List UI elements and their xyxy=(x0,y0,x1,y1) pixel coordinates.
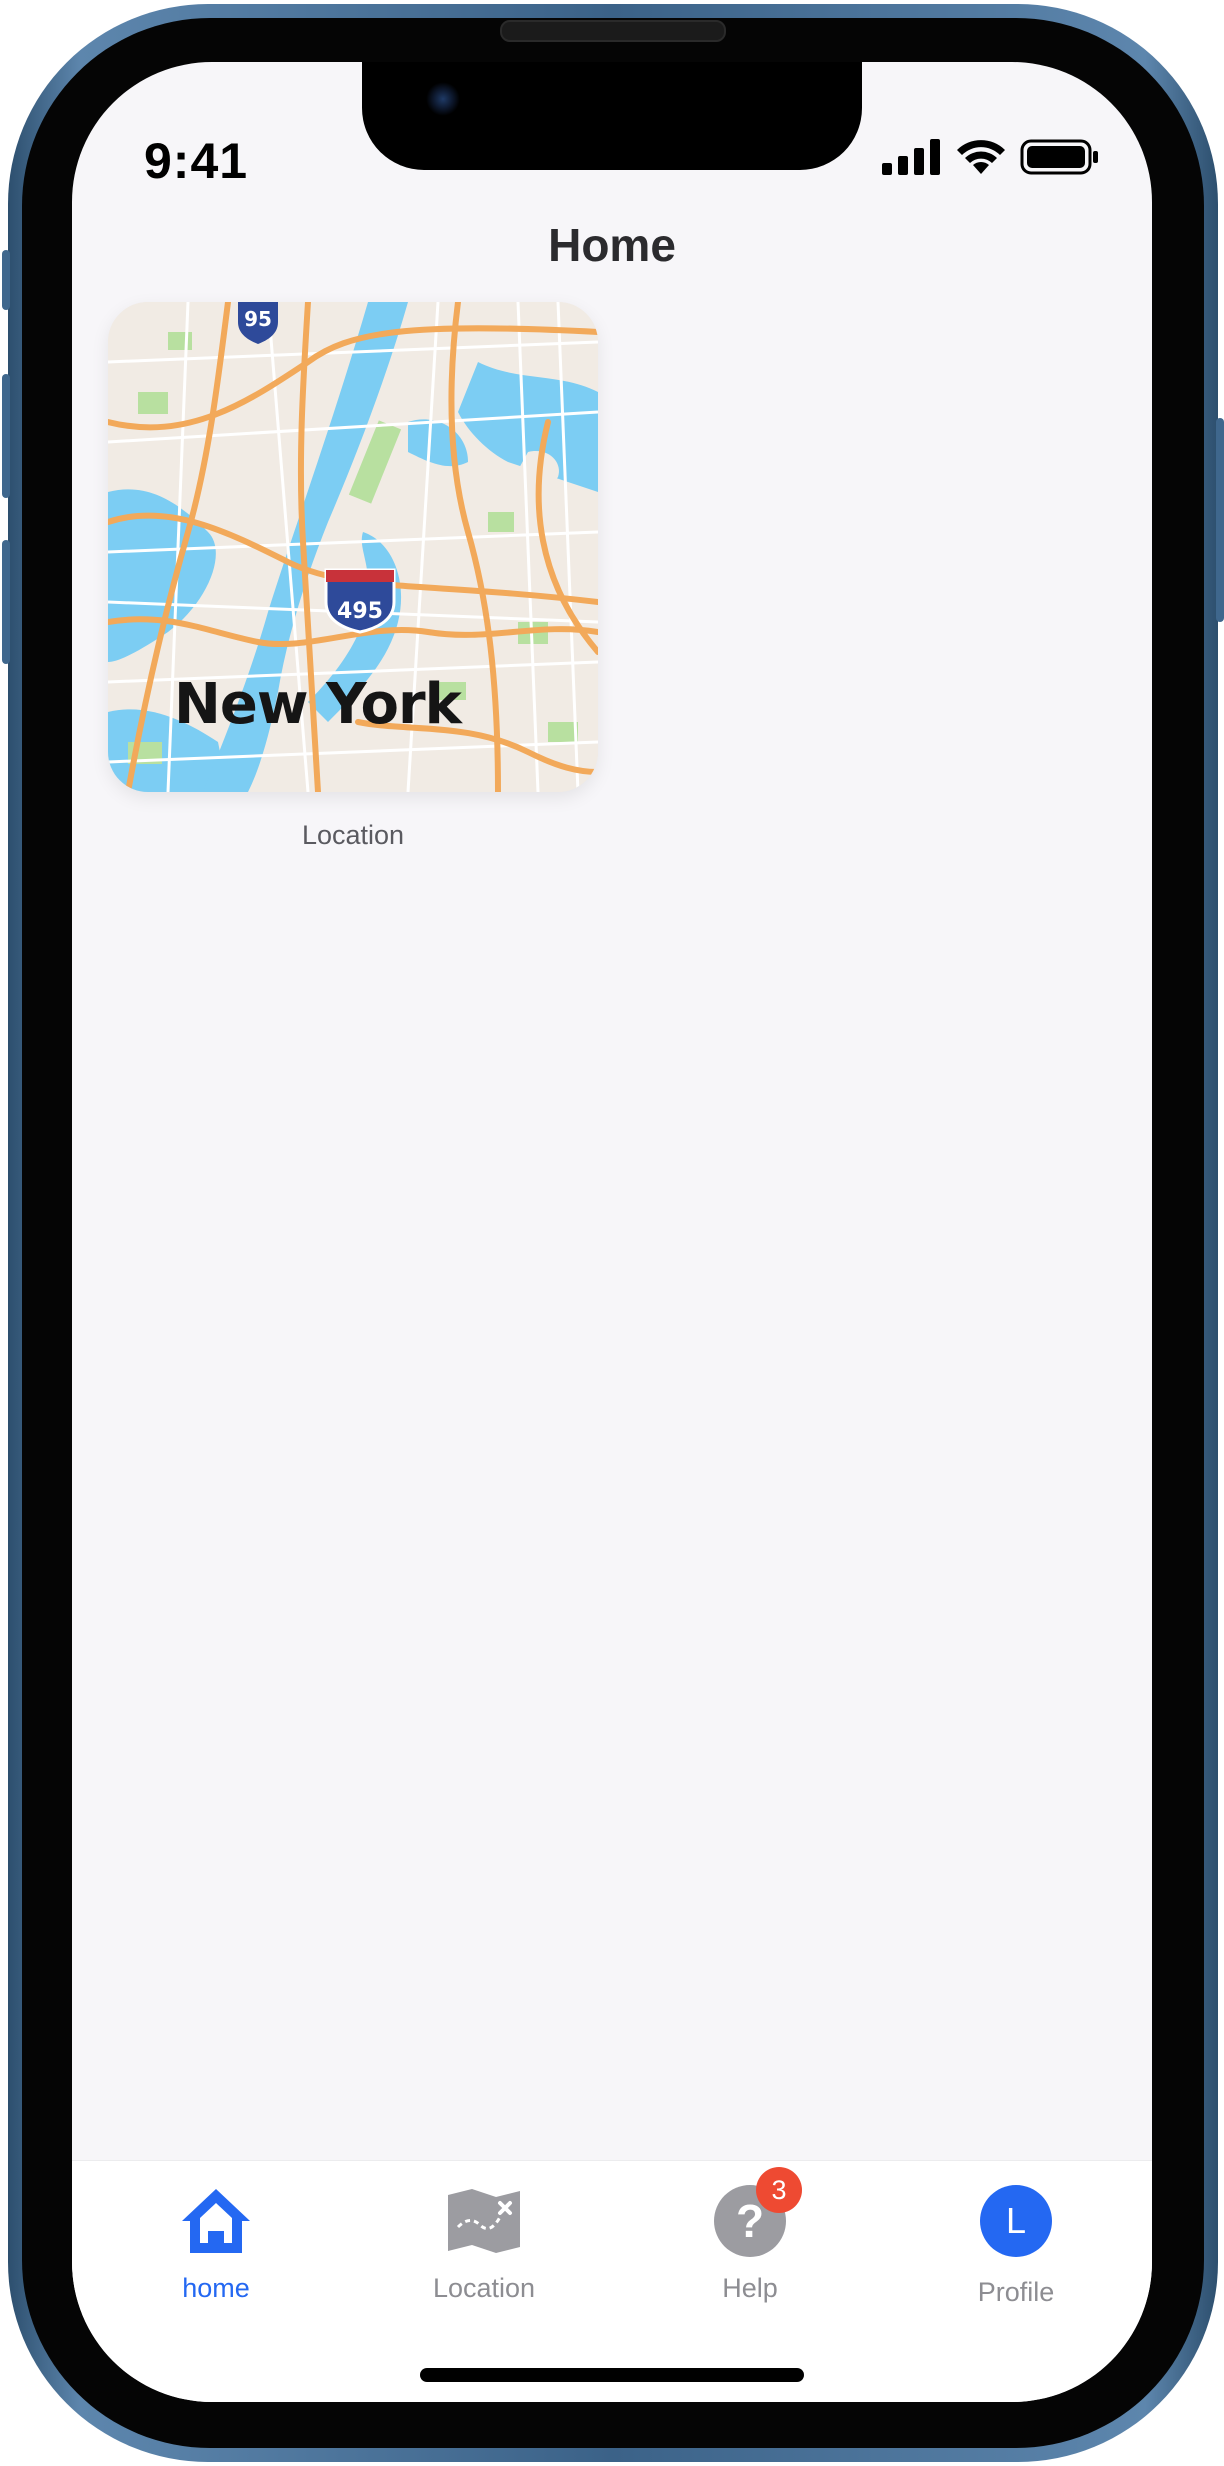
app-screen: 9:41 Home 95 495 New York Location home … xyxy=(72,62,1152,2402)
location-tile[interactable]: 95 495 New York xyxy=(108,302,598,792)
volume-down-button xyxy=(2,540,10,664)
tab-help[interactable]: ? 3 Help xyxy=(650,2167,850,2304)
i495-shield-icon: 495 xyxy=(324,568,396,634)
wifi-icon xyxy=(957,140,1005,174)
tab-bar: home Location ? 3 Help L Profile xyxy=(72,2160,1152,2402)
page-title: Home xyxy=(548,219,676,271)
location-tile-caption: Location xyxy=(301,820,405,850)
earpiece-speaker xyxy=(500,20,726,42)
profile-icon-wrap: L xyxy=(976,2185,1056,2265)
treasure-map-icon xyxy=(444,2181,524,2261)
tab-home-label: home xyxy=(182,2273,250,2303)
avatar: L xyxy=(980,2185,1052,2257)
power-button xyxy=(1216,418,1224,622)
tab-help-label: Help xyxy=(722,2273,778,2303)
tab-location[interactable]: Location xyxy=(384,2181,584,2304)
i95-shield-label: 95 xyxy=(244,307,272,331)
home-indicator[interactable] xyxy=(420,2368,804,2382)
cellular-signal-icon xyxy=(882,139,940,175)
mute-switch xyxy=(2,250,10,310)
home-icon xyxy=(176,2181,256,2261)
help-badge: 3 xyxy=(756,2167,802,2213)
map-city-label: New York xyxy=(174,672,462,737)
volume-up-button xyxy=(2,374,10,498)
tab-location-label: Location xyxy=(432,2273,536,2303)
battery-icon xyxy=(1020,139,1098,175)
tab-home[interactable]: home xyxy=(116,2181,316,2304)
question-icon: ? 3 xyxy=(710,2167,802,2261)
status-icons xyxy=(882,132,1100,182)
status-time: 9:41 xyxy=(144,133,249,189)
notch xyxy=(362,62,862,170)
front-camera xyxy=(426,82,460,116)
tab-profile[interactable]: L Profile xyxy=(916,2181,1116,2308)
tab-profile-label: Profile xyxy=(977,2277,1055,2307)
i495-shield-label: 495 xyxy=(337,599,383,624)
